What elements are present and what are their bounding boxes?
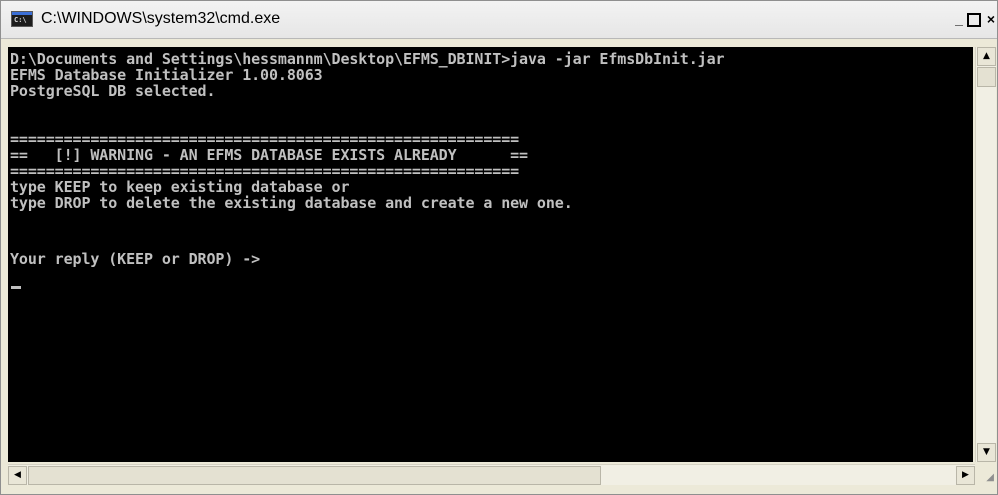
resize-grip-icon: ◢ <box>986 472 994 483</box>
scroll-left-button[interactable]: ◀ <box>8 466 27 485</box>
cmd-window: C:\ C:\WINDOWS\system32\cmd.exe _ × D:\D… <box>0 0 998 495</box>
console-line: ========================================… <box>10 130 520 148</box>
console-line: type KEEP to keep existing database or <box>10 178 350 196</box>
scroll-up-button[interactable]: ▲ <box>977 47 996 66</box>
close-button[interactable]: × <box>983 11 998 29</box>
window-title: C:\WINDOWS\system32\cmd.exe <box>41 10 281 27</box>
horizontal-scrollbar[interactable]: ◀ ▶ <box>8 464 975 485</box>
console-line: EFMS Database Initializer 1.00.8063 <box>10 66 323 84</box>
cmd-icon[interactable]: C:\ <box>11 11 33 27</box>
console-line: PostgreSQL DB selected. <box>10 82 216 100</box>
console-output[interactable]: D:\Documents and Settings\hessmannm\Desk… <box>8 47 973 462</box>
maximize-button[interactable] <box>967 13 981 27</box>
console-line: == [!] WARNING - AN EFMS DATABASE EXISTS… <box>10 146 528 164</box>
scroll-down-button[interactable]: ▼ <box>977 443 996 462</box>
text-cursor <box>11 286 21 289</box>
cmd-icon-bar <box>12 12 32 15</box>
minimize-button[interactable]: _ <box>951 11 967 29</box>
console-line: ========================================… <box>10 162 520 180</box>
scroll-right-button[interactable]: ▶ <box>956 466 975 485</box>
horizontal-scroll-thumb[interactable] <box>28 466 601 485</box>
console-line: D:\Documents and Settings\hessmannm\Desk… <box>10 50 725 68</box>
vertical-scroll-thumb[interactable] <box>977 67 996 87</box>
cmd-icon-text: C:\ <box>14 16 27 24</box>
console-line: Your reply (KEEP or DROP) -> <box>10 250 261 268</box>
console-line: type DROP to delete the existing databas… <box>10 194 573 212</box>
resize-grip[interactable]: ◢ <box>976 465 996 485</box>
title-bar[interactable]: C:\ C:\WINDOWS\system32\cmd.exe _ × <box>1 1 997 39</box>
vertical-scrollbar[interactable]: ▲ ▼ <box>975 47 996 462</box>
